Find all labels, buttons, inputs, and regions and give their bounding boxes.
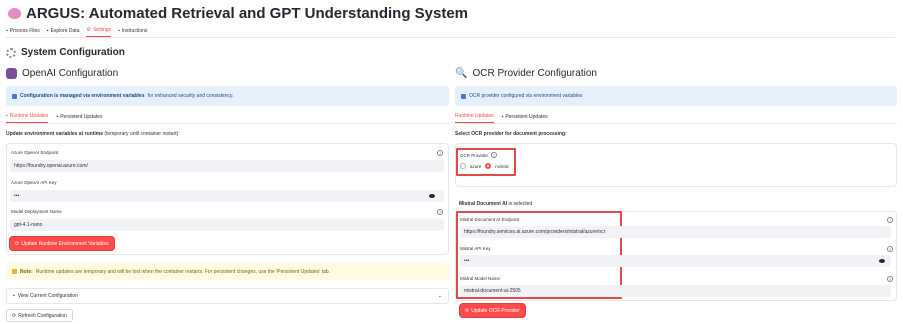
file-icon: ▪	[6, 27, 8, 34]
tab-runtime-updates[interactable]: ▪ Runtime Updates	[6, 113, 49, 123]
mistral-apikey-input[interactable]: •••	[460, 255, 891, 267]
app-title-text: ARGUS: Automated Retrieval and GPT Under…	[26, 5, 469, 22]
gear-icon	[6, 47, 16, 58]
info-icon	[12, 93, 17, 99]
radio-mistral[interactable]	[485, 163, 492, 169]
refresh-config-button[interactable]: ⟳ Refresh Configuration	[6, 309, 73, 322]
help-icon[interactable]: ?	[491, 152, 498, 158]
refresh-icon: ⟳	[15, 240, 20, 247]
help-icon[interactable]: ?	[437, 209, 443, 215]
ocr-provider-card	[455, 143, 897, 187]
runtime-note-banner: Note: Runtime updates are temporary and …	[6, 263, 449, 280]
openai-subtabs: ▪ Runtime Updates ▪ Persistent Updates	[6, 113, 102, 123]
ocr-info-banner: OCR provider configured via environment …	[455, 86, 897, 106]
tab-persistent-updates[interactable]: ▪ Persistent Updates	[56, 113, 102, 123]
info-icon	[461, 93, 466, 99]
openai-icon	[6, 68, 17, 79]
mistral-apikey-label: Mistral API Key	[460, 246, 491, 251]
chevron-down-icon: ⌄	[437, 293, 442, 299]
save-icon: ▪	[56, 113, 59, 120]
update-ocr-provider-button[interactable]: ⟳ Update OCR Provider	[460, 304, 525, 317]
refresh-icon: ▪	[6, 113, 8, 119]
gear-icon: ⚙	[86, 27, 91, 33]
openai-model-input[interactable]: gpt-4.1-nano	[10, 219, 444, 231]
ocr-config-heading: 🔍 OCR Provider Configuration	[455, 68, 597, 79]
save-icon: ▪	[501, 113, 504, 120]
ocr-provider-radio-group: azure mistral	[460, 163, 509, 169]
mistral-model-label: Mistral Model Name	[460, 276, 501, 281]
ocr-subtabs: Runtime Updates ▪ Persistent Updates	[455, 113, 548, 123]
view-config-expander[interactable]: ▪ View Current Configuration ⌄	[6, 288, 449, 304]
tab-divider	[6, 37, 895, 38]
mistral-endpoint-input[interactable]: https://foundry.services.ai.azure.com/pr…	[460, 226, 891, 238]
eye-icon[interactable]	[879, 259, 885, 263]
help-icon[interactable]: ?	[887, 246, 893, 252]
model-label: Model Deployment Name	[11, 209, 62, 214]
tab-ocr-persistent-updates[interactable]: ▪ Persistent Updates	[502, 113, 548, 123]
book-icon: ▪	[118, 27, 120, 34]
apikey-label: Azure OpenAI API Key	[11, 180, 57, 185]
ocr-subtab-divider	[455, 123, 897, 124]
app-title: ARGUS: Automated Retrieval and GPT Under…	[8, 5, 468, 22]
system-config-heading: System Configuration	[6, 47, 125, 58]
update-runtime-env-button[interactable]: ⟳ Update Runtime Environment Variables	[10, 237, 114, 250]
openai-update-description: Update environment variables at runtime …	[6, 131, 180, 137]
ocr-select-label: Select OCR provider for document process…	[455, 131, 567, 137]
brain-icon	[8, 8, 21, 19]
ocr-selected-status: Mistral Document AI is selected	[459, 201, 533, 207]
tab-settings[interactable]: ⚙ Settings	[86, 27, 112, 37]
eye-icon[interactable]	[429, 194, 435, 198]
search-icon: ▪	[46, 27, 49, 34]
openai-apikey-input[interactable]: •••	[10, 190, 444, 202]
mistral-model-input[interactable]: mistral-document-ai-2505	[460, 285, 891, 297]
warning-icon	[12, 269, 17, 274]
help-icon[interactable]: ?	[887, 276, 893, 282]
eye-icon: ▪	[13, 293, 15, 299]
tab-ocr-runtime-updates[interactable]: Runtime Updates	[455, 113, 494, 123]
openai-endpoint-input[interactable]: https://foundry.openai.azure.com/	[10, 160, 444, 172]
main-tabs: ▪ Process Files ▪ Explore Data ⚙ Settings ▪…	[6, 27, 147, 37]
help-icon[interactable]: ?	[887, 217, 893, 223]
tab-explore-data[interactable]: ▪ Explore Data	[47, 27, 80, 37]
refresh-icon: ⟳	[465, 307, 470, 314]
magnifier-icon: 🔍	[455, 68, 468, 79]
help-icon[interactable]: ?	[437, 150, 443, 156]
openai-info-banner: Configuration is managed via environment…	[6, 86, 449, 106]
openai-subtab-divider	[6, 123, 449, 124]
refresh-icon: ⟳	[12, 312, 17, 319]
ocr-provider-label: OCR Provider ?	[460, 152, 498, 158]
tab-instructions[interactable]: ▪ Instructions	[118, 27, 147, 37]
mistral-endpoint-label: Mistral Document AI Endpoint	[460, 217, 520, 222]
radio-azure[interactable]	[460, 163, 466, 169]
endpoint-label: Azure OpenAI Endpoint	[11, 150, 59, 155]
tab-process-files[interactable]: ▪ Process Files	[6, 27, 40, 37]
openai-config-heading: OpenAI Configuration	[6, 68, 118, 79]
